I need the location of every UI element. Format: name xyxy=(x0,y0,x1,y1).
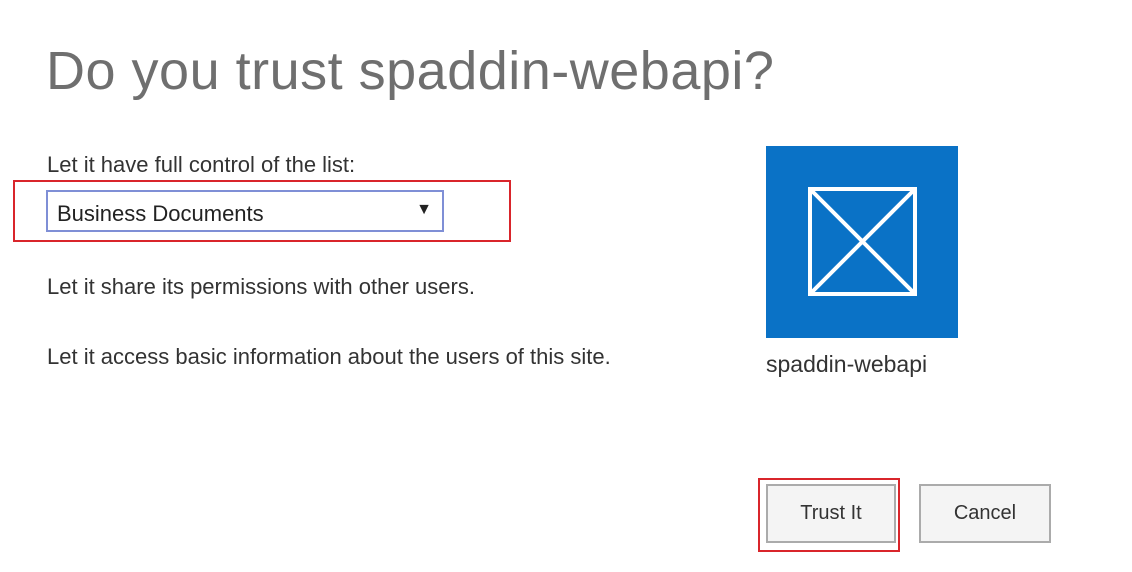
share-permission-text: Let it share its permissions with other … xyxy=(47,274,475,299)
app-placeholder-icon xyxy=(766,146,958,338)
app-name: spaddin-webapi xyxy=(766,351,928,377)
trust-dialog: Do you trust spaddin-webapi? Let it have… xyxy=(0,0,1132,572)
cancel-button[interactable]: Cancel xyxy=(919,484,1051,543)
app-placeholder-icon-graphic xyxy=(808,187,917,296)
list-select[interactable]: Business Documents ▼ xyxy=(46,190,444,232)
dropdown-arrow-icon: ▼ xyxy=(416,201,432,218)
trust-it-button[interactable]: Trust It xyxy=(766,484,896,543)
list-permission-label: Let it have full control of the list: xyxy=(47,152,356,177)
page-title: Do you trust spaddin-webapi? xyxy=(46,41,775,101)
list-select-value: Business Documents xyxy=(57,201,264,226)
basic-info-permission-text: Let it access basic information about th… xyxy=(47,344,611,369)
